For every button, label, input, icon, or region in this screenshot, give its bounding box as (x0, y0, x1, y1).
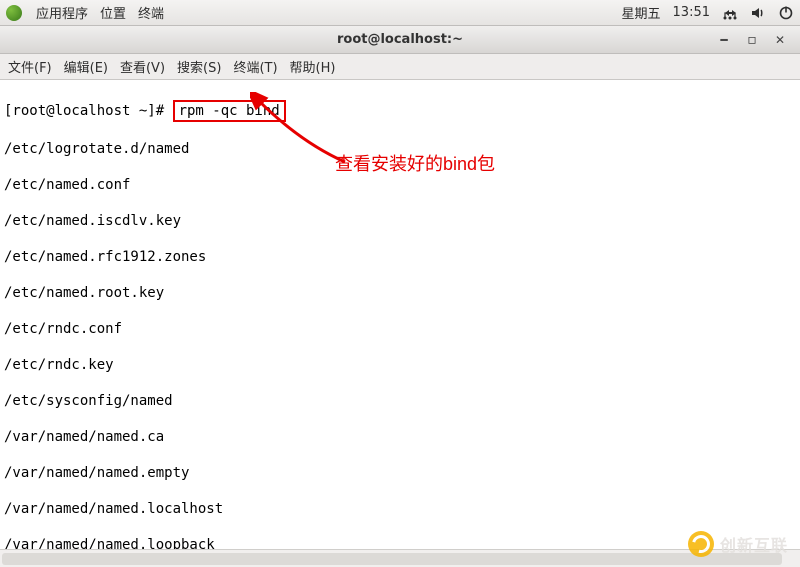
network-icon[interactable] (722, 5, 738, 21)
output-line: /etc/named.conf (4, 176, 796, 194)
volume-icon[interactable] (750, 5, 766, 21)
output-line: /var/named/named.empty (4, 464, 796, 482)
window-titlebar: root@localhost:~ (0, 26, 800, 54)
output-line: /etc/named.iscdlv.key (4, 212, 796, 230)
menu-view[interactable]: 查看(V) (120, 57, 165, 76)
watermark: 创新互联 (688, 531, 788, 557)
command-highlight-box: rpm -qc bind (173, 100, 286, 122)
watermark-text: 创新互联 (720, 532, 788, 556)
menu-help[interactable]: 帮助(H) (290, 57, 336, 76)
window-title: root@localhost:~ (337, 32, 463, 47)
panel-time: 13:51 (673, 5, 710, 20)
window-maximize-button[interactable] (744, 32, 760, 48)
panel-day: 星期五 (622, 3, 661, 22)
output-line: /etc/sysconfig/named (4, 392, 796, 410)
output-line: /var/named/named.ca (4, 428, 796, 446)
panel-places[interactable]: 位置 (100, 3, 126, 22)
menu-search[interactable]: 搜索(S) (177, 57, 221, 76)
horizontal-scrollbar[interactable] (0, 549, 800, 567)
window-minimize-button[interactable] (716, 32, 732, 48)
terminal-viewport[interactable]: [root@localhost ~]# rpm -qc bind /etc/lo… (0, 80, 800, 567)
window-close-button[interactable] (772, 32, 788, 48)
menu-terminal[interactable]: 终端(T) (233, 57, 277, 76)
prompt-text: [root@localhost ~]# (4, 103, 173, 119)
gnome-top-panel: 应用程序 位置 终端 星期五 13:51 (0, 0, 800, 26)
menu-file[interactable]: 文件(F) (8, 57, 52, 76)
panel-terminal[interactable]: 终端 (138, 3, 164, 22)
output-line: /etc/rndc.key (4, 356, 796, 374)
output-line: /var/named/named.localhost (4, 500, 796, 518)
output-line: /etc/rndc.conf (4, 320, 796, 338)
watermark-logo-icon (688, 531, 714, 557)
output-line: /etc/named.rfc1912.zones (4, 248, 796, 266)
annotation-text: 查看安装好的bind包 (335, 155, 495, 173)
terminal-menubar: 文件(F) 编辑(E) 查看(V) 搜索(S) 终端(T) 帮助(H) (0, 54, 800, 80)
panel-applications[interactable]: 应用程序 (36, 3, 88, 22)
output-line: /etc/named.root.key (4, 284, 796, 302)
prompt-line-1: [root@localhost ~]# rpm -qc bind (4, 100, 796, 122)
menu-edit[interactable]: 编辑(E) (64, 57, 108, 76)
power-icon[interactable] (778, 5, 794, 21)
distro-icon (6, 5, 22, 21)
